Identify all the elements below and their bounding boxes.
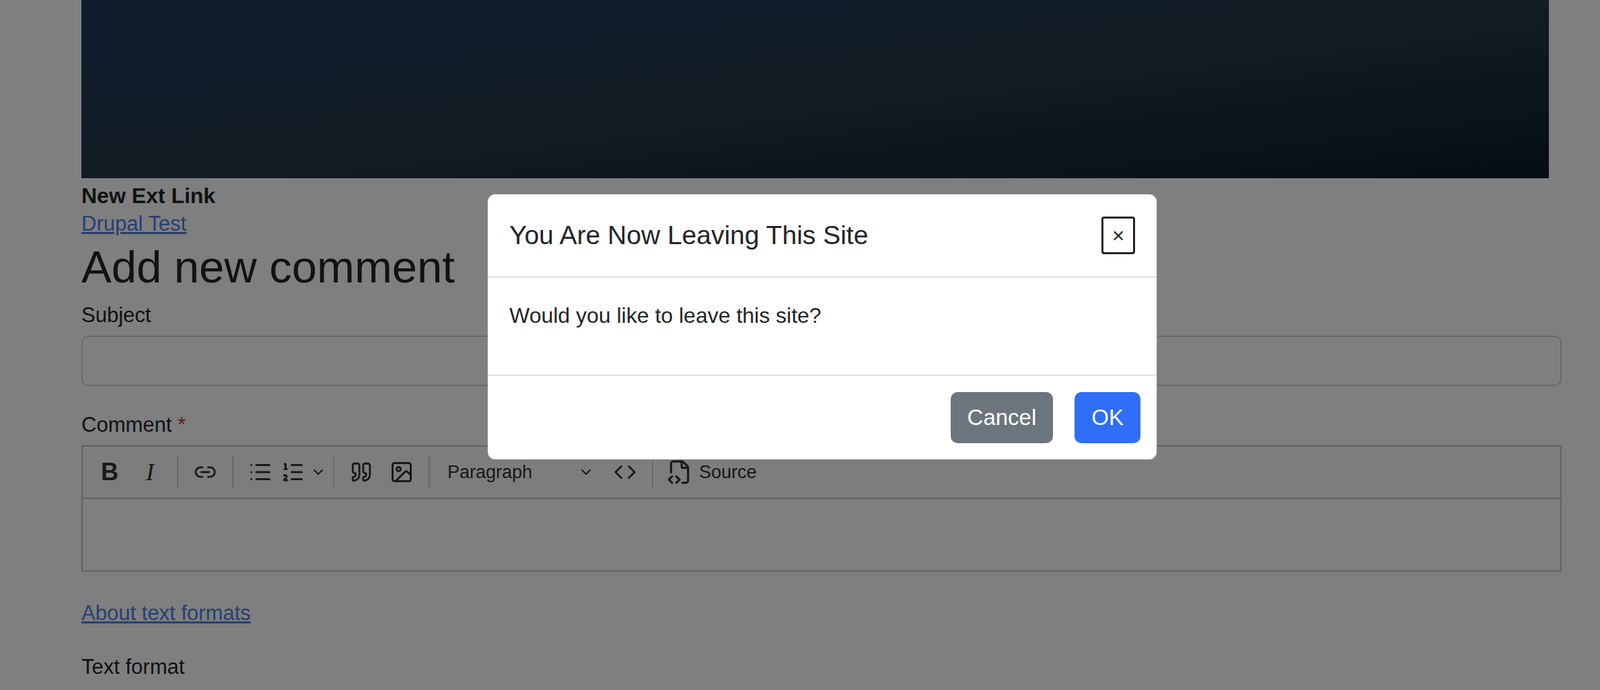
dialog-footer: Cancel OK	[487, 376, 1157, 460]
dialog-title: You Are Now Leaving This Site	[509, 215, 868, 256]
dialog-header: You Are Now Leaving This Site ×	[487, 194, 1157, 278]
leave-site-dialog: You Are Now Leaving This Site × Would you …	[487, 193, 1158, 461]
ok-button[interactable]: OK	[1074, 392, 1141, 444]
cancel-button[interactable]: Cancel	[950, 392, 1054, 444]
dialog-body: Would you like to leave this site?	[487, 277, 1157, 377]
page: New Ext LinkDrupal TestAdd new commentSu…	[0, 0, 1600, 690]
close-button[interactable]: ×	[1101, 216, 1136, 255]
